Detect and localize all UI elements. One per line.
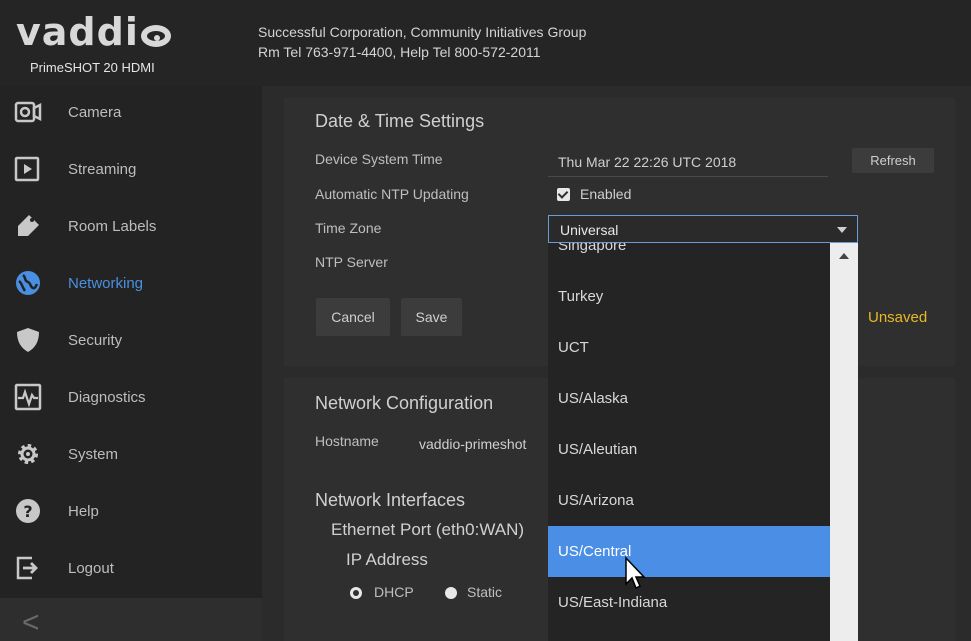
- sidebar-item-label: Logout: [68, 560, 114, 577]
- sidebar-item-label: Security: [68, 332, 123, 349]
- globe-icon: [16, 271, 40, 295]
- timezone-dropdown-list: Singapore Turkey UCT US/Alaska US/Aleuti…: [548, 243, 858, 641]
- ethernet-port-title: Ethernet Port (eth0:WAN): [331, 520, 525, 539]
- camera-icon: [14, 101, 42, 123]
- timezone-option[interactable]: US/Alaska: [548, 373, 830, 424]
- help-icon: ?: [16, 499, 40, 523]
- static-radio[interactable]: [445, 587, 457, 599]
- refresh-button[interactable]: Refresh: [852, 148, 934, 173]
- network-interfaces-title: Network Interfaces: [315, 490, 466, 510]
- sidebar-item-networking[interactable]: Networking: [0, 257, 262, 314]
- sidebar-item-security[interactable]: Security: [0, 314, 262, 371]
- sidebar-item-label: System: [68, 446, 119, 463]
- timezone-option[interactable]: Singapore: [548, 243, 830, 271]
- chevron-left-icon: <: [22, 606, 40, 639]
- sidebar: Camera Streaming Room Labels Networking …: [0, 86, 262, 641]
- sidebar-item-streaming[interactable]: Streaming: [0, 143, 262, 200]
- app-header: vaddi PrimeSHOT 20 HDMI Successful Corpo…: [0, 0, 971, 86]
- timezone-option[interactable]: US/Aleutian: [548, 424, 830, 475]
- sidebar-item-camera[interactable]: Camera: [0, 86, 262, 143]
- sidebar-item-system[interactable]: System: [0, 428, 262, 485]
- scroll-up-arrow-icon[interactable]: [839, 253, 849, 259]
- system-time-value: Thu Mar 22 22:26 UTC 2018: [558, 154, 737, 170]
- gear-icon: [18, 444, 38, 464]
- sidebar-item-room-labels[interactable]: Room Labels: [0, 200, 262, 257]
- sidebar-item-label: Camera: [68, 104, 122, 121]
- chevron-down-icon: [837, 227, 847, 233]
- svg-text:?: ?: [23, 502, 32, 521]
- sidebar-item-logout[interactable]: Logout: [0, 542, 262, 599]
- hostname-label: Hostname: [315, 433, 379, 449]
- timezone-option-highlighted[interactable]: US/Central: [548, 526, 830, 577]
- sidebar-item-help[interactable]: ? Help: [0, 485, 262, 542]
- ntp-enabled-label: Enabled: [580, 186, 632, 202]
- datetime-title: Date & Time Settings: [315, 111, 485, 131]
- static-label: Static: [467, 584, 503, 600]
- vaddio-logo: vaddi: [16, 13, 171, 51]
- logout-icon: [16, 556, 38, 580]
- dhcp-label: DHCP: [374, 584, 414, 600]
- timezone-option[interactable]: US/Arizona: [548, 475, 830, 526]
- ntp-update-label: Automatic NTP Updating: [315, 186, 469, 202]
- play-icon: [14, 156, 40, 182]
- network-title: Network Configuration: [315, 393, 494, 413]
- timezone-option[interactable]: UCT: [548, 322, 830, 373]
- pulse-icon: [14, 383, 42, 411]
- company-name: Successful Corporation, Community Initia…: [258, 24, 587, 40]
- timezone-selected-value: Universal: [560, 222, 619, 238]
- system-time-label: Device System Time: [315, 151, 443, 167]
- hostname-input[interactable]: vaddio-primeshot: [419, 436, 526, 452]
- sidebar-item-label: Diagnostics: [68, 389, 146, 406]
- sidebar-item-label: Networking: [68, 275, 144, 292]
- dropdown-scrollbar[interactable]: [830, 243, 858, 641]
- sidebar-item-label: Help: [68, 503, 99, 520]
- mouse-cursor-icon: [625, 556, 646, 590]
- cancel-button[interactable]: Cancel: [316, 298, 390, 336]
- system-time-underline: [548, 176, 828, 177]
- sidebar-item-label: Room Labels: [68, 218, 157, 235]
- product-name: PrimeSHOT 20 HDMI: [30, 60, 155, 75]
- timezone-label: Time Zone: [315, 220, 382, 236]
- unsaved-status: Unsaved: [868, 309, 928, 326]
- timezone-select[interactable]: Universal: [548, 215, 858, 243]
- header-info: Successful Corporation, Community Initia…: [258, 22, 586, 62]
- tag-icon: [18, 215, 39, 236]
- save-button[interactable]: Save: [401, 298, 462, 336]
- ntp-server-label: NTP Server: [315, 254, 388, 270]
- ntp-enabled-checkbox[interactable]: [557, 188, 570, 201]
- logo-wordmark: vaddi: [16, 10, 139, 54]
- contact-info: Rm Tel 763-971-4400, Help Tel 800-572-20…: [258, 44, 541, 60]
- ip-address-title: IP Address: [346, 550, 428, 569]
- logo-o-icon: [140, 25, 171, 47]
- shield-icon: [17, 328, 39, 352]
- timezone-option[interactable]: US/East-Indiana: [548, 577, 830, 628]
- sidebar-item-diagnostics[interactable]: Diagnostics: [0, 371, 262, 428]
- dhcp-radio[interactable]: [350, 587, 362, 599]
- sidebar-collapse-button[interactable]: <: [0, 598, 262, 641]
- timezone-option[interactable]: Turkey: [548, 271, 830, 322]
- sidebar-item-label: Streaming: [68, 161, 137, 178]
